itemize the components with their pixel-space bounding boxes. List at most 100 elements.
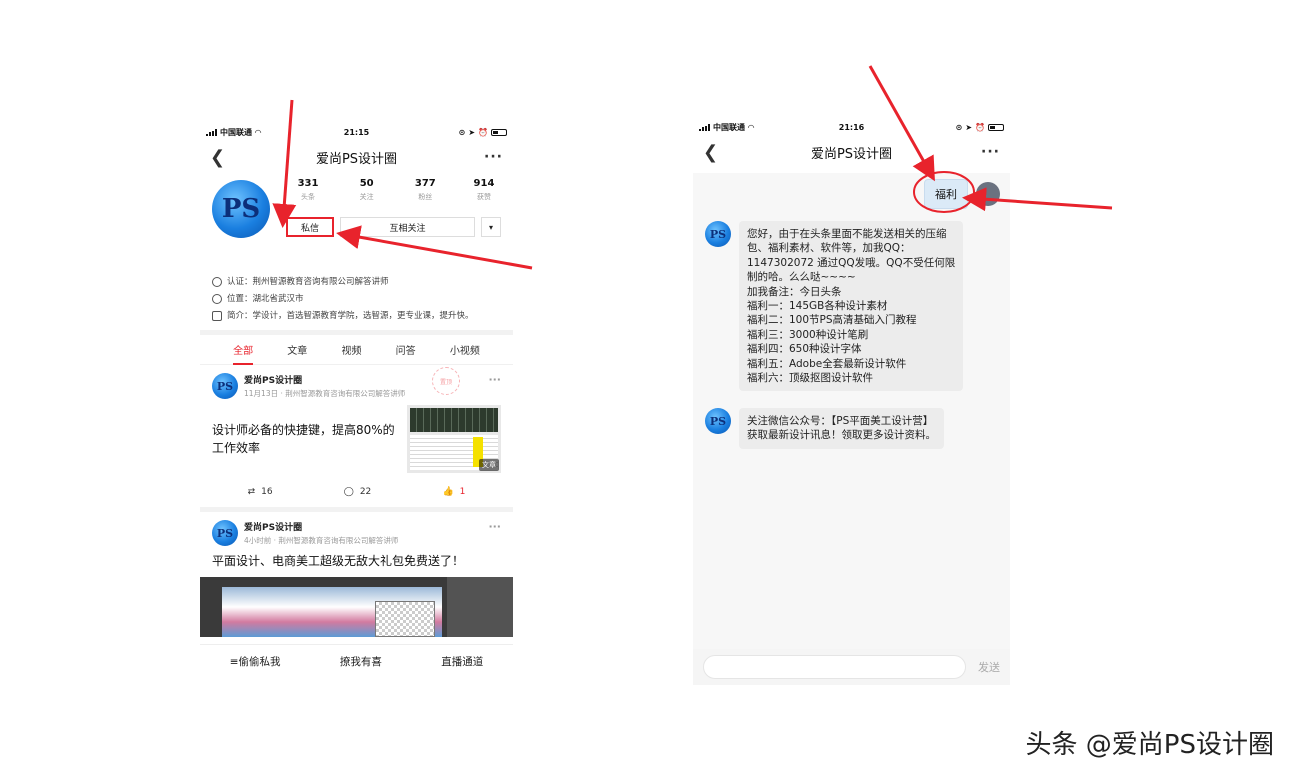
post-author[interactable]: 爱尚PS设计圈 [244, 373, 405, 386]
watermark: 头条 @爱尚PS设计圈 [1025, 730, 1274, 760]
profile-info: 认证：荆州智源教育咨询有限公司解答讲师 位置：湖北省武汉市 简介：学设计，首选智… [200, 276, 513, 322]
self-avatar[interactable] [976, 182, 1000, 206]
received-message-row: PS 关注微信公众号：【PS平面美工设计营】 获取最新设计讯息！领取更多设计资料… [705, 408, 944, 449]
navigation-icon: ➤ [965, 122, 973, 132]
message-line: 包、福利素材、软件等，加我QQ： [747, 242, 911, 255]
profile-actions: 私信 互相关注 ▾ [286, 217, 501, 237]
received-bubble[interactable]: 您好，由于在头条里面不能发送相关的压缩 包、福利素材、软件等，加我QQ： 114… [739, 221, 964, 392]
alarm-icon: ⏰ [975, 122, 985, 132]
post-image-photoshop[interactable] [200, 577, 513, 637]
back-icon[interactable]: ❮ [210, 147, 230, 168]
wifi-icon: ◠ [255, 127, 262, 137]
tab-qa[interactable]: 问答 [396, 342, 416, 357]
post-avatar[interactable]: PS [212, 520, 238, 546]
message-line: 福利六：顶级抠图设计软件 [747, 372, 873, 385]
page-title: 爱尚PS设计圈 [315, 151, 398, 167]
post-more-icon[interactable]: ··· [488, 373, 501, 386]
stat-following[interactable]: 50 关注 [345, 178, 389, 202]
more-icon[interactable]: ··· [980, 144, 1000, 160]
post-title[interactable]: 平面设计、电商美工超级无敌大礼包免费送了！ [212, 552, 501, 569]
location-status-icon: ⊙ [458, 127, 466, 137]
verified-icon [212, 277, 222, 287]
battery-icon [988, 123, 1004, 131]
bottom-menu: ≡偷偷私我 撩我有喜 直播通道 [200, 644, 513, 678]
location-status-icon: ⊙ [955, 122, 963, 132]
received-message-row: PS 您好，由于在头条里面不能发送相关的压缩 包、福利素材、软件等，加我QQ： … [705, 221, 964, 392]
article-tag: 文章 [479, 459, 499, 471]
menu-private-chat[interactable]: ≡偷偷私我 [230, 654, 281, 669]
post-author[interactable]: 爱尚PS设计圈 [244, 520, 398, 533]
message-line: 加我备注：今日头条 [747, 285, 842, 298]
pinned-stamp: 置顶 [432, 367, 460, 395]
profile-stats: 331 头条 50 关注 377 粉丝 914 获赞 [286, 178, 506, 202]
stat-num: 377 [414, 178, 436, 189]
menu-surprise[interactable]: 撩我有喜 [340, 654, 382, 669]
content-tabs: 全部 文章 视频 问答 小视频 [200, 335, 513, 365]
tab-videos[interactable]: 视频 [341, 342, 361, 357]
mutual-follow-button[interactable]: 互相关注 [340, 217, 475, 237]
message-line: 您好，由于在头条里面不能发送相关的压缩 [747, 228, 947, 240]
comment-count: 22 [359, 487, 372, 497]
message-line: 福利三：3000种设计笔刷 [747, 328, 869, 341]
nav-bar: ❮ 爱尚PS设计圈 ··· [200, 142, 513, 172]
sender-avatar[interactable]: PS [705, 408, 731, 434]
stat-num: 914 [473, 178, 495, 189]
send-button[interactable]: 发送 [978, 659, 1000, 675]
menu-live[interactable]: 直播通道 [441, 654, 483, 669]
sender-avatar[interactable]: PS [705, 221, 731, 247]
repost-count: 16 [261, 487, 273, 497]
chat-area[interactable]: 福利 PS 您好，由于在头条里面不能发送相关的压缩 包、福利素材、软件等，加我Q… [693, 173, 1010, 649]
keyboard-image [410, 408, 498, 432]
sent-message-row: 福利 [924, 179, 1000, 209]
feed-post[interactable]: PS 爱尚PS设计圈 4小时前 · 荆州智源教育咨询有限公司解答讲师 ··· 平… [200, 512, 513, 637]
stat-posts[interactable]: 331 头条 [286, 178, 330, 202]
carrier-label: 中国联通 [220, 127, 252, 137]
message-line: 获取最新设计讯息！领取更多设计资料。 [747, 429, 936, 442]
stat-label: 获赞 [476, 193, 491, 201]
dropdown-button[interactable]: ▾ [481, 217, 501, 237]
message-line: 关注微信公众号：【PS平面美工设计营】 [747, 415, 934, 427]
tab-articles[interactable]: 文章 [287, 342, 307, 357]
stat-num: 331 [297, 178, 319, 189]
nav-bar: ❮ 爱尚PS设计圈 ··· [693, 137, 1010, 167]
back-icon[interactable]: ❮ [703, 142, 723, 163]
stat-fans[interactable]: 377 粉丝 [403, 178, 447, 202]
stat-likes[interactable]: 914 获赞 [462, 178, 506, 202]
wifi-icon: ◠ [748, 122, 755, 132]
stat-num: 50 [359, 178, 374, 189]
post-actions: ⇄ 16 ◯ 22 👍 1 [212, 477, 501, 507]
message-line: 福利四：650种设计字体 [747, 343, 862, 356]
cert-text: 认证：荆州智源教育咨询有限公司解答讲师 [227, 277, 389, 287]
status-bar: 中国联通 ◠ 21:15 ⊙ ➤ ⏰ [200, 122, 513, 142]
message-input[interactable] [703, 655, 966, 679]
alarm-icon: ⏰ [478, 127, 488, 137]
clock: 21:15 [343, 127, 370, 137]
post-meta: 11月13日 · 荆州智源教育咨询有限公司解答讲师 [244, 389, 406, 398]
post-more-icon[interactable]: ··· [488, 520, 501, 533]
feed-post[interactable]: PS 爱尚PS设计圈 11月13日 · 荆州智源教育咨询有限公司解答讲师 ···… [200, 365, 513, 507]
signal-icon [699, 123, 710, 131]
tab-all[interactable]: 全部 [233, 342, 254, 365]
post-avatar[interactable]: PS [212, 373, 238, 399]
repost-button[interactable]: ⇄ 16 [248, 487, 273, 497]
battery-icon [491, 128, 507, 136]
like-count: 1 [459, 487, 466, 497]
post-title[interactable]: 设计师必备的快捷键，提高80%的工作效率 [212, 421, 402, 473]
message-line: 1147302072 通过QQ发哦。QQ不受任何限 [747, 256, 956, 269]
profile-avatar[interactable]: PS [212, 180, 270, 238]
comment-icon: ◯ [343, 487, 354, 497]
navigation-icon: ➤ [468, 127, 476, 137]
like-button[interactable]: 👍 1 [442, 487, 465, 497]
bio-text: 简介：学设计，首选智源教育学院，选智源，更专业课，提升快。 [227, 311, 474, 321]
message-line: 福利二：100节PS高清基础入门教程 [747, 314, 917, 327]
more-icon[interactable]: ··· [483, 149, 503, 165]
post-thumbnail[interactable]: 文章 [407, 405, 501, 473]
received-bubble[interactable]: 关注微信公众号：【PS平面美工设计营】 获取最新设计讯息！领取更多设计资料。 [739, 408, 944, 449]
private-message-button[interactable]: 私信 [286, 217, 334, 237]
comment-button[interactable]: ◯ 22 [344, 487, 372, 497]
tab-short-videos[interactable]: 小视频 [450, 342, 480, 357]
repost-icon: ⇄ [247, 487, 256, 497]
chat-input-bar: 发送 [693, 649, 1010, 685]
ps-panel [447, 577, 513, 637]
sent-bubble[interactable]: 福利 [924, 179, 968, 209]
